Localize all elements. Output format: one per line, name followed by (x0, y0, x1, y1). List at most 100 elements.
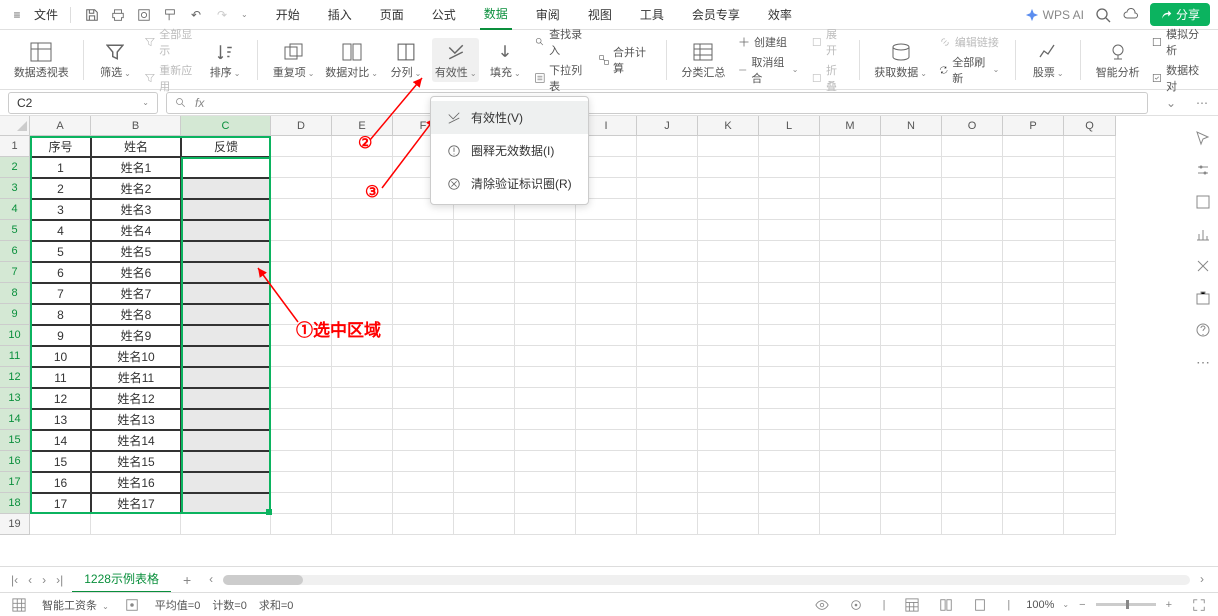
cell-P10[interactable] (1003, 325, 1064, 346)
col-header-O[interactable]: O (942, 116, 1003, 136)
cell-M10[interactable] (820, 325, 881, 346)
cell-I10[interactable] (576, 325, 637, 346)
cell-K3[interactable] (698, 178, 759, 199)
edit-link-button[interactable]: 编辑链接 (935, 32, 1003, 52)
cell-E11[interactable] (332, 346, 393, 367)
cell-B4[interactable]: 姓名3 (91, 199, 181, 220)
cell-I19[interactable] (576, 514, 637, 535)
cell-L13[interactable] (759, 388, 820, 409)
row-header-13[interactable]: 13 (0, 388, 30, 409)
cell-B10[interactable]: 姓名9 (91, 325, 181, 346)
cell-P2[interactable] (1003, 157, 1064, 178)
cell-H13[interactable] (515, 388, 576, 409)
view-pagelayout-icon[interactable] (935, 598, 957, 612)
horizontal-scrollbar[interactable]: ‹ › (223, 575, 1190, 585)
view-normal-icon[interactable] (901, 598, 923, 612)
cell-O19[interactable] (942, 514, 1003, 535)
cell-P16[interactable] (1003, 451, 1064, 472)
cell-E12[interactable] (332, 367, 393, 388)
cell-N19[interactable] (881, 514, 942, 535)
cell-M3[interactable] (820, 178, 881, 199)
subtotal-button[interactable]: 分类汇总 (679, 38, 728, 82)
cell-D6[interactable] (271, 241, 332, 262)
cell-K13[interactable] (698, 388, 759, 409)
col-header-C[interactable]: C (181, 116, 271, 136)
cell-M18[interactable] (820, 493, 881, 514)
cell-C8[interactable] (181, 283, 271, 304)
cell-A17[interactable]: 16 (30, 472, 91, 493)
cell-F5[interactable] (393, 220, 454, 241)
wps-ai-button[interactable]: WPS AI (1025, 8, 1084, 22)
cell-I14[interactable] (576, 409, 637, 430)
cell-O1[interactable] (942, 136, 1003, 157)
cell-O2[interactable] (942, 157, 1003, 178)
cell-L11[interactable] (759, 346, 820, 367)
cell-H9[interactable] (515, 304, 576, 325)
cell-F19[interactable] (393, 514, 454, 535)
cell-P14[interactable] (1003, 409, 1064, 430)
cell-K11[interactable] (698, 346, 759, 367)
cell-J6[interactable] (637, 241, 698, 262)
cell-E9[interactable] (332, 304, 393, 325)
cell-F12[interactable] (393, 367, 454, 388)
cell-E10[interactable] (332, 325, 393, 346)
cell-J17[interactable] (637, 472, 698, 493)
cell-B6[interactable]: 姓名5 (91, 241, 181, 262)
stocks-button[interactable]: 股票⌄ (1028, 38, 1068, 82)
row-header-16[interactable]: 16 (0, 451, 30, 472)
cell-L7[interactable] (759, 262, 820, 283)
save-icon[interactable] (83, 6, 101, 24)
macro-icon[interactable] (121, 598, 143, 612)
cell-I15[interactable] (576, 430, 637, 451)
cell-N6[interactable] (881, 241, 942, 262)
row-header-11[interactable]: 11 (0, 346, 30, 367)
cell-M2[interactable] (820, 157, 881, 178)
cell-N18[interactable] (881, 493, 942, 514)
cell-M8[interactable] (820, 283, 881, 304)
cell-B15[interactable]: 姓名14 (91, 430, 181, 451)
cell-C19[interactable] (181, 514, 271, 535)
cell-B18[interactable]: 姓名17 (91, 493, 181, 514)
cell-F11[interactable] (393, 346, 454, 367)
cell-B5[interactable]: 姓名4 (91, 220, 181, 241)
cell-K6[interactable] (698, 241, 759, 262)
cell-L14[interactable] (759, 409, 820, 430)
refresh-all-button[interactable]: 全部刷新⌄ (935, 52, 1003, 88)
cell-A5[interactable]: 4 (30, 220, 91, 241)
cell-P4[interactable] (1003, 199, 1064, 220)
fx-search-icon[interactable] (175, 97, 187, 109)
col-header-A[interactable]: A (30, 116, 91, 136)
cell-O15[interactable] (942, 430, 1003, 451)
cell-F14[interactable] (393, 409, 454, 430)
cell-H8[interactable] (515, 283, 576, 304)
add-sheet-button[interactable]: + (177, 572, 197, 588)
col-header-E[interactable]: E (332, 116, 393, 136)
focus-icon[interactable] (845, 598, 867, 612)
cell-I13[interactable] (576, 388, 637, 409)
data-validation-button[interactable]: 数据校对 (1148, 60, 1206, 96)
cell-K5[interactable] (698, 220, 759, 241)
cell-B1[interactable]: 姓名 (91, 136, 181, 157)
menu-tab-3[interactable]: 公式 (428, 0, 460, 29)
row-header-7[interactable]: 7 (0, 262, 30, 283)
cell-L18[interactable] (759, 493, 820, 514)
cell-F17[interactable] (393, 472, 454, 493)
qat-dropdown-icon[interactable]: ⌄ (241, 10, 248, 19)
cell-D17[interactable] (271, 472, 332, 493)
redo-icon[interactable]: ↷ (213, 6, 231, 24)
row-header-12[interactable]: 12 (0, 367, 30, 388)
zoom-out-icon[interactable]: − (1075, 599, 1089, 611)
cell-G19[interactable] (454, 514, 515, 535)
cell-N2[interactable] (881, 157, 942, 178)
row-header-18[interactable]: 18 (0, 493, 30, 514)
cell-Q8[interactable] (1064, 283, 1116, 304)
cell-I18[interactable] (576, 493, 637, 514)
cell-Q18[interactable] (1064, 493, 1116, 514)
validity-button[interactable]: 有效性⌄ (432, 38, 479, 82)
dedup-button[interactable]: 重复项⌄ (270, 38, 317, 82)
cell-G12[interactable] (454, 367, 515, 388)
cell-E7[interactable] (332, 262, 393, 283)
cell-N15[interactable] (881, 430, 942, 451)
select-icon[interactable] (1193, 128, 1213, 148)
cell-K14[interactable] (698, 409, 759, 430)
